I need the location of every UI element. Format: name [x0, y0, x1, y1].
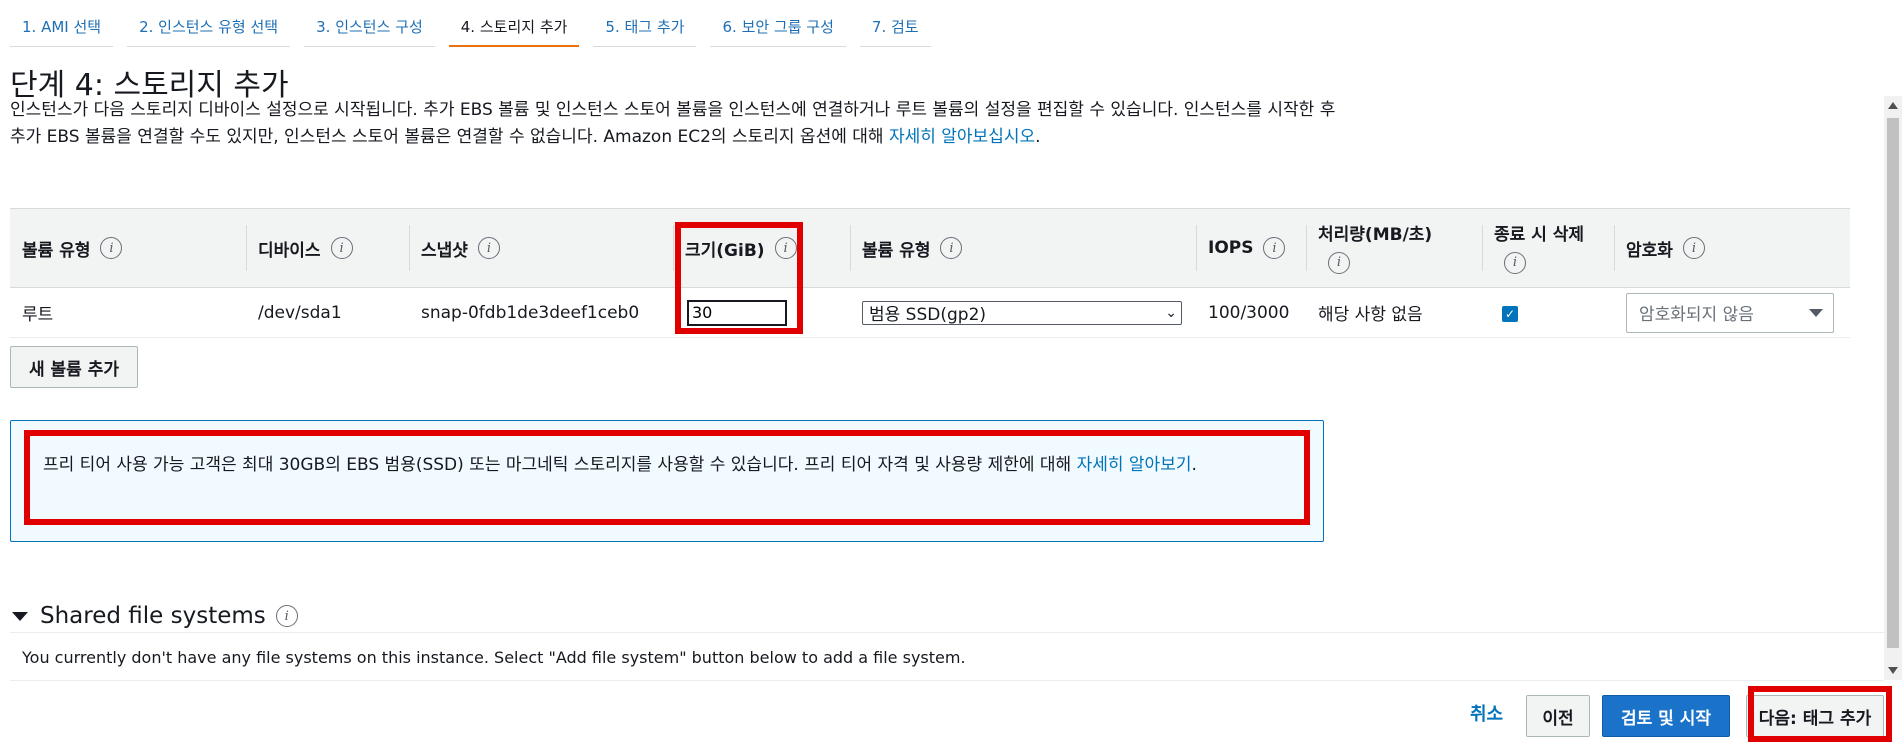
- caret-down-icon: [12, 611, 28, 621]
- wizard-step-ami[interactable]: 1. AMI 선택: [10, 0, 114, 47]
- add-volume-button[interactable]: 새 볼륨 추가: [10, 346, 138, 388]
- info-icon[interactable]: i: [100, 237, 123, 259]
- description-end: .: [1035, 127, 1041, 147]
- header-volume-type-label: 볼륨 유형: [862, 240, 931, 261]
- cell-volume-category: 루트: [22, 305, 54, 325]
- wizard-step-security-group[interactable]: 6. 보안 그룹 구성: [710, 0, 846, 47]
- cell-size: [673, 299, 850, 326]
- storage-table: 볼륨 유형 i 디바이스 i 스냅샷 i 크기(GiB) i 볼륨 유형 i IOPS i …: [10, 208, 1850, 338]
- shared-file-systems-body: You currently don't have any file system…: [22, 648, 966, 667]
- header-device: 디바이스 i: [246, 209, 409, 287]
- cell-encryption: 암호화되지 않음: [1614, 292, 1850, 333]
- header-volume-type: 볼륨 유형 i: [850, 209, 1196, 287]
- cell-delete-on-termination: ✓: [1482, 303, 1614, 323]
- shared-file-systems-title: Shared file systems: [40, 603, 266, 629]
- info-icon[interactable]: i: [330, 237, 353, 259]
- header-iops-label: IOPS: [1208, 238, 1254, 258]
- cell-iops: 100/3000: [1208, 302, 1290, 323]
- cell-volume-type: 범용 SSD(gp2) ⌄: [850, 300, 1196, 325]
- cell-device: /dev/sda1: [258, 302, 342, 323]
- table-row: 루트 /dev/sda1 snap-0fdb1de3deef1ceb0 범용 S…: [10, 288, 1850, 338]
- info-icon[interactable]: i: [275, 605, 298, 627]
- info-icon[interactable]: i: [940, 237, 963, 259]
- wizard-step-add-tags[interactable]: 5. 태그 추가: [593, 0, 697, 47]
- vertical-scrollbar[interactable]: [1884, 96, 1902, 680]
- divider: [10, 680, 1884, 681]
- scroll-down-icon[interactable]: [1888, 667, 1898, 674]
- wizard-steps: 1. AMI 선택 2. 인스턴스 유형 선택 3. 인스턴스 구성 4. 스토…: [10, 0, 945, 47]
- header-snapshot-label: 스냅샷: [421, 240, 468, 261]
- header-throughput: 처리량(MB/초) i: [1306, 209, 1482, 287]
- review-and-launch-button[interactable]: 검토 및 시작: [1602, 695, 1730, 737]
- scroll-thumb[interactable]: [1887, 118, 1899, 648]
- header-snapshot: 스냅샷 i: [409, 209, 673, 287]
- chevron-down-icon: ⌄: [1165, 304, 1177, 321]
- info-icon[interactable]: i: [1682, 237, 1705, 259]
- header-iops: IOPS i: [1196, 209, 1306, 287]
- shared-file-systems-header[interactable]: Shared file systems i: [12, 603, 298, 629]
- info-icon[interactable]: i: [774, 237, 797, 259]
- scroll-up-icon[interactable]: [1888, 102, 1898, 109]
- header-device-label: 디바이스: [258, 240, 321, 261]
- wizard-step-configure-instance[interactable]: 3. 인스턴스 구성: [304, 0, 435, 47]
- header-encryption: 암호화 i: [1614, 209, 1850, 287]
- info-icon[interactable]: i: [1504, 252, 1526, 274]
- encryption-value: 암호화되지 않음: [1639, 305, 1754, 325]
- page-description: 인스턴스가 다음 스토리지 디바이스 설정으로 시작됩니다. 추가 EBS 볼륨…: [10, 97, 1350, 151]
- learn-more-storage-link[interactable]: 자세히 알아보십시오: [889, 127, 1035, 147]
- delete-on-termination-checkbox[interactable]: ✓: [1502, 305, 1518, 322]
- header-delete-on-termination: 종료 시 삭제 i: [1482, 209, 1614, 287]
- storage-table-header: 볼륨 유형 i 디바이스 i 스냅샷 i 크기(GiB) i 볼륨 유형 i IOPS i …: [10, 208, 1850, 288]
- divider: [10, 632, 1884, 633]
- caret-down-icon: [1809, 308, 1823, 317]
- header-encryption-label: 암호화: [1626, 240, 1673, 261]
- info-icon[interactable]: i: [1328, 252, 1350, 274]
- free-tier-learn-more-link[interactable]: 자세히 알아보기: [1077, 455, 1192, 475]
- header-size-label: 크기(GiB): [685, 240, 765, 261]
- previous-button[interactable]: 이전: [1526, 695, 1590, 737]
- size-input[interactable]: [687, 299, 787, 326]
- volume-type-value: 범용 SSD(gp2): [869, 305, 987, 325]
- header-size: 크기(GiB) i: [673, 209, 850, 287]
- next-add-tags-button[interactable]: 다음: 태그 추가: [1746, 695, 1884, 737]
- free-tier-text: 프리 티어 사용 가능 고객은 최대 30GB의 EBS 범용(SSD) 또는 …: [43, 451, 1303, 479]
- free-tier-info-box: 프리 티어 사용 가능 고객은 최대 30GB의 EBS 범용(SSD) 또는 …: [10, 420, 1324, 542]
- header-volume-category: 볼륨 유형 i: [10, 209, 246, 287]
- cancel-link[interactable]: 취소: [1470, 700, 1503, 726]
- info-icon[interactable]: i: [1263, 237, 1286, 259]
- free-tier-end: .: [1191, 455, 1197, 475]
- wizard-step-instance-type[interactable]: 2. 인스턴스 유형 선택: [127, 0, 291, 47]
- header-delete-on-termination-label: 종료 시 삭제: [1494, 225, 1585, 245]
- info-icon[interactable]: i: [477, 237, 500, 259]
- header-volume-category-label: 볼륨 유형: [22, 240, 91, 261]
- wizard-step-add-storage[interactable]: 4. 스토리지 추가: [448, 0, 580, 47]
- wizard-step-review[interactable]: 7. 검토: [859, 0, 931, 47]
- free-tier-message: 프리 티어 사용 가능 고객은 최대 30GB의 EBS 범용(SSD) 또는 …: [43, 455, 1077, 475]
- cell-throughput: 해당 사항 없음: [1318, 305, 1423, 325]
- encryption-select[interactable]: 암호화되지 않음: [1626, 292, 1834, 333]
- header-throughput-label: 처리량(MB/초): [1318, 225, 1433, 245]
- volume-type-select[interactable]: 범용 SSD(gp2) ⌄: [862, 300, 1182, 325]
- description-text: 인스턴스가 다음 스토리지 디바이스 설정으로 시작됩니다. 추가 EBS 볼륨…: [10, 100, 1336, 147]
- cell-snapshot: snap-0fdb1de3deef1ceb0: [421, 302, 640, 323]
